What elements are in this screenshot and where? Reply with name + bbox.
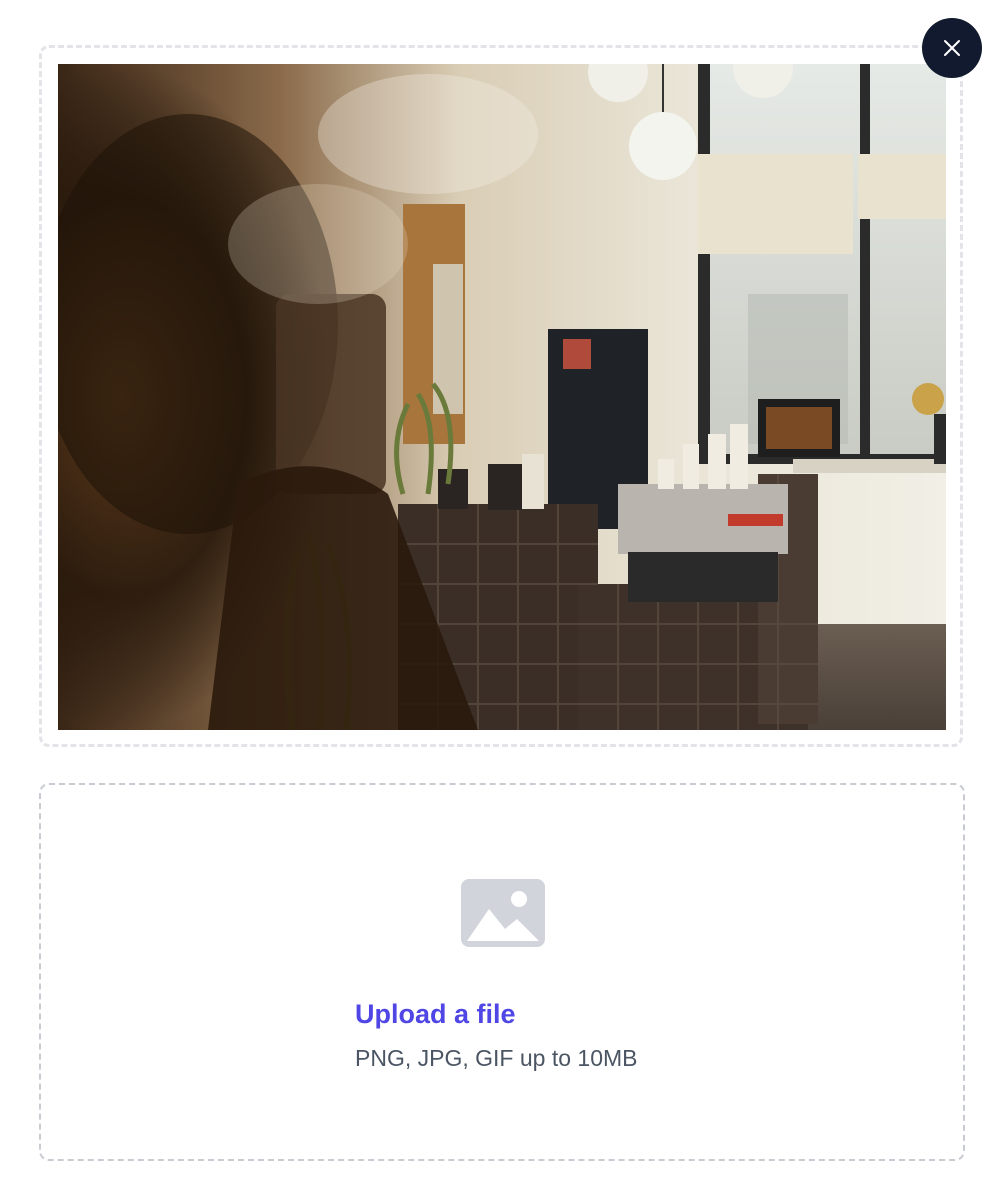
image-placeholder-icon [461, 879, 545, 947]
close-button[interactable] [922, 18, 982, 78]
image-preview-dropzone[interactable] [39, 45, 963, 747]
file-type-hint: PNG, JPG, GIF up to 10MB [355, 1045, 638, 1071]
upload-dropzone[interactable]: Upload a file PNG, JPG, GIF up to 10MB [39, 783, 965, 1161]
uploaded-image-preview [58, 64, 946, 730]
upload-file-link[interactable]: Upload a file [355, 999, 516, 1030]
close-icon [944, 40, 960, 56]
file-upload-page: Upload a file PNG, JPG, GIF up to 10MB [0, 0, 1006, 1200]
